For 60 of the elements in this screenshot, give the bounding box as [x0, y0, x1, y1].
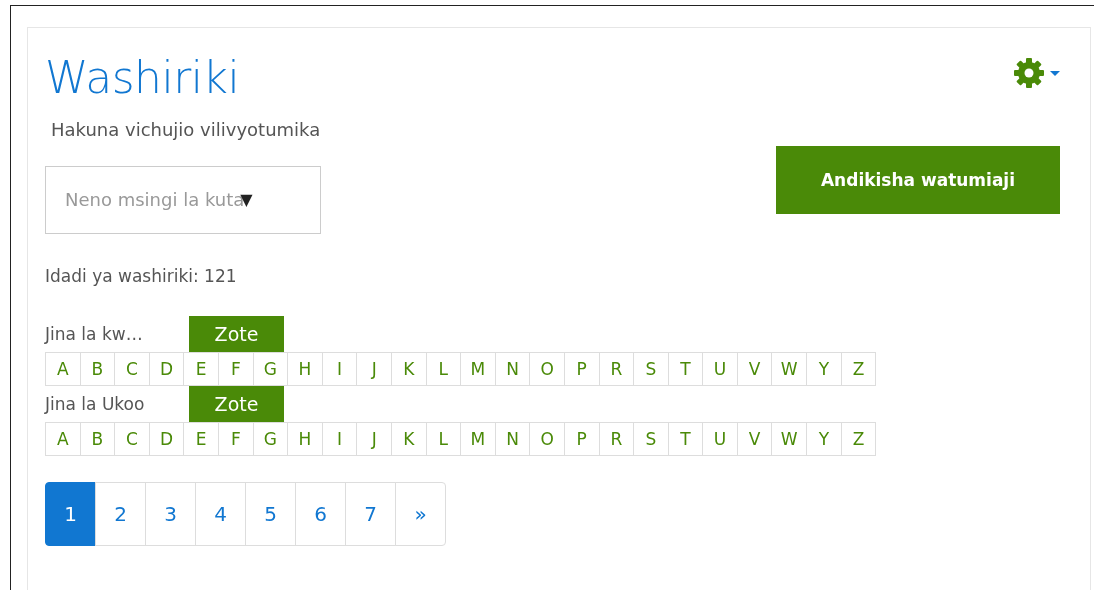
initial-letter-button[interactable]: N — [494, 351, 531, 386]
initial-letter-button[interactable]: R — [598, 351, 635, 386]
initials-label: Jina la Ukoo — [45, 393, 146, 414]
initial-letter-button[interactable]: B — [79, 421, 116, 456]
initial-letter-button[interactable]: Y — [806, 351, 842, 386]
initial-letter-button[interactable]: E — [183, 421, 219, 456]
initial-letter-button[interactable]: D — [148, 421, 185, 456]
initial-letter-button[interactable]: P — [563, 351, 600, 386]
all-initials-button[interactable]: Zote — [189, 315, 284, 352]
initial-letter-button[interactable]: O — [529, 421, 565, 456]
page-link[interactable]: 1 — [45, 481, 96, 546]
initial-letter-button[interactable]: D — [148, 351, 185, 386]
initial-letter-button[interactable]: Y — [806, 421, 842, 456]
filters-note: Hakuna vichujio vilivyotumika — [51, 118, 321, 140]
initial-letter-button[interactable]: V — [736, 351, 773, 386]
initial-letter-button[interactable]: H — [287, 421, 323, 456]
initial-letter-button[interactable]: I — [321, 351, 358, 386]
all-initials-button[interactable]: Zote — [189, 385, 284, 422]
initial-letter-button[interactable]: K — [390, 421, 427, 456]
initial-letter-button[interactable]: T — [667, 421, 704, 456]
page-link[interactable]: 2 — [95, 481, 146, 546]
initial-letter-button[interactable]: P — [563, 421, 600, 456]
initial-letter-button[interactable]: A — [45, 421, 81, 456]
initial-letter-button[interactable]: I — [321, 421, 358, 456]
initial-letter-button[interactable]: V — [736, 421, 773, 456]
page-link[interactable]: » — [395, 481, 446, 546]
page-link[interactable]: 7 — [345, 481, 396, 546]
initial-letter-button[interactable]: K — [390, 351, 427, 386]
page-link[interactable]: 3 — [145, 481, 196, 546]
enrol-users-button[interactable]: Andikisha watumiaji — [776, 146, 1060, 214]
initial-letter-button[interactable]: W — [771, 421, 808, 456]
initial-letter-button[interactable]: S — [633, 421, 669, 456]
initial-letter-button[interactable]: M — [460, 351, 496, 386]
initial-letter-button[interactable]: Z — [840, 421, 877, 456]
initial-letter-button[interactable]: U — [702, 421, 738, 456]
initial-letter-button[interactable]: J — [356, 421, 392, 456]
initial-letter-button[interactable]: M — [460, 421, 496, 456]
initial-letter-button[interactable]: C — [114, 351, 150, 386]
initial-letter-button[interactable]: Z — [840, 351, 877, 386]
initial-letter-button[interactable]: T — [667, 351, 704, 386]
page-link[interactable]: 5 — [245, 481, 296, 546]
initial-letter-button[interactable]: W — [771, 351, 808, 386]
page-title: Washiriki — [45, 52, 241, 105]
initial-letter-button[interactable]: H — [287, 351, 323, 386]
initial-letter-button[interactable]: S — [633, 351, 669, 386]
initial-letter-button[interactable]: L — [425, 351, 462, 386]
participant-count: Idadi ya washiriki: 121 — [45, 265, 238, 286]
initials-label: Jina la kw… — [45, 323, 144, 344]
initial-letter-button[interactable]: U — [702, 351, 738, 386]
page-link[interactable]: 4 — [195, 481, 246, 546]
page-link[interactable]: 6 — [295, 481, 346, 546]
initial-letter-button[interactable]: R — [598, 421, 635, 456]
initial-letter-button[interactable]: E — [183, 351, 219, 386]
initial-letter-button[interactable]: J — [356, 351, 392, 386]
initial-letter-button[interactable]: B — [79, 351, 116, 386]
initial-letter-button[interactable]: N — [494, 421, 531, 456]
initial-letter-button[interactable]: C — [114, 421, 150, 456]
initial-letter-button[interactable]: O — [529, 351, 565, 386]
initial-letter-button[interactable]: A — [45, 351, 81, 386]
initial-letter-button[interactable]: L — [425, 421, 462, 456]
